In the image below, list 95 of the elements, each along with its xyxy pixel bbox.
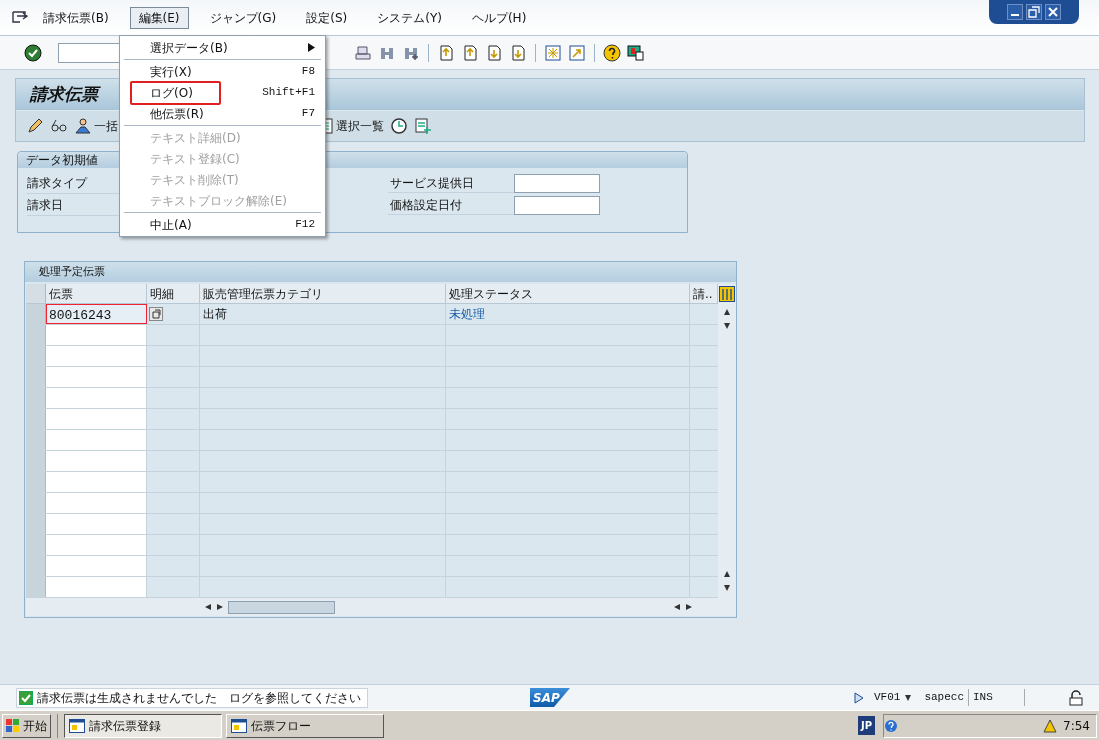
- input-field[interactable]: [46, 493, 147, 513]
- scroll-down-icon[interactable]: [723, 584, 731, 592]
- table-cell: 出荷: [200, 304, 446, 324]
- status-message: 請求伝票は生成されませんでした ログを参照してください: [37, 689, 361, 707]
- previous-page-icon[interactable]: [461, 43, 479, 62]
- menu-item[interactable]: システム(Y): [368, 6, 451, 29]
- language-indicator[interactable]: JP: [857, 716, 875, 735]
- status-link[interactable]: 未処理: [446, 304, 690, 324]
- shortcut-label: Shift+F1: [262, 85, 315, 101]
- person-icon[interactable]: [74, 117, 92, 135]
- pencil-icon[interactable]: [26, 117, 44, 135]
- menu-label: テキストブロック解除(E): [149, 192, 288, 210]
- menu-item[interactable]: 請求伝票(B): [34, 6, 118, 29]
- scroll-left-icon[interactable]: [204, 603, 212, 611]
- close-icon[interactable]: [1045, 4, 1061, 20]
- menu-item[interactable]: 中止(A) F12: [120, 214, 325, 235]
- sap-logo: SAP: [530, 688, 570, 707]
- monitor-icon[interactable]: [627, 43, 645, 62]
- input-field[interactable]: [46, 472, 147, 492]
- menu-label: テキスト削除(T): [149, 171, 240, 189]
- restore-icon[interactable]: [1026, 4, 1042, 20]
- new-window-icon[interactable]: [544, 43, 562, 62]
- scrollbar-thumb[interactable]: [228, 600, 335, 614]
- menu-item[interactable]: ジャンプ(G): [200, 6, 286, 29]
- scroll-down-icon[interactable]: [723, 322, 731, 330]
- menu-label: テキスト登録(C): [149, 150, 241, 168]
- menu-label: テキスト詳細(D): [149, 129, 242, 147]
- glasses-icon[interactable]: [50, 117, 68, 135]
- lock-icon[interactable]: [1069, 689, 1083, 706]
- menu-item[interactable]: ログ(O) Shift+F1: [120, 82, 325, 103]
- column-header[interactable]: 処理ステータス: [446, 284, 690, 303]
- menu-item[interactable]: 設定(S): [297, 6, 357, 29]
- warning-icon[interactable]: [1043, 718, 1058, 733]
- taskbar-window-button[interactable]: 請求伝票登録: [64, 713, 222, 738]
- table-title: 処理予定伝票: [25, 262, 736, 282]
- help-icon[interactable]: [603, 43, 621, 62]
- document-cell[interactable]: 80016243: [46, 304, 147, 324]
- insert-mode: INS: [973, 689, 1025, 706]
- column-header[interactable]: 伝票: [46, 284, 147, 303]
- clock: 7:54: [1063, 717, 1090, 735]
- date-field[interactable]: [514, 173, 600, 193]
- input-field[interactable]: [46, 451, 147, 471]
- minimize-icon[interactable]: [1007, 4, 1023, 20]
- add-document-icon[interactable]: [414, 117, 432, 135]
- print-icon[interactable]: [354, 43, 372, 62]
- success-icon: [19, 690, 33, 705]
- column-settings-icon[interactable]: [719, 286, 735, 302]
- highlight-frame: ログ(O): [130, 80, 221, 105]
- scroll-right-icon[interactable]: [685, 603, 693, 611]
- detail-icon[interactable]: [149, 307, 163, 321]
- next-page-icon[interactable]: [485, 43, 503, 62]
- menu-label: 実行(X): [149, 63, 193, 81]
- input-field[interactable]: [46, 388, 147, 408]
- last-page-icon[interactable]: [509, 43, 527, 62]
- window-icon: [69, 718, 85, 733]
- menu-item[interactable]: 編集(E): [129, 6, 189, 29]
- menu-item[interactable]: ヘルプ(H): [462, 6, 536, 29]
- first-page-icon[interactable]: [437, 43, 455, 62]
- scroll-right-icon[interactable]: [216, 603, 224, 611]
- input-field[interactable]: [46, 430, 147, 450]
- input-field[interactable]: [46, 577, 147, 597]
- shortcut-label: F12: [295, 217, 315, 233]
- menu-item[interactable]: 実行(X) F8: [120, 61, 325, 82]
- input-field[interactable]: [46, 325, 147, 345]
- input-field[interactable]: [46, 514, 147, 534]
- input-field[interactable]: [46, 556, 147, 576]
- dropdown-icon[interactable]: [904, 693, 913, 702]
- input-field[interactable]: [46, 535, 147, 555]
- menu-item[interactable]: 選択データ(B): [120, 37, 325, 58]
- date-field[interactable]: [514, 195, 600, 215]
- transaction-code: VF01: [874, 690, 901, 706]
- mass-processing-button[interactable]: 一括: [94, 117, 118, 135]
- input-field[interactable]: [46, 346, 147, 366]
- menu-label: 中止(A): [149, 216, 193, 234]
- menu-icon[interactable]: [12, 10, 28, 25]
- start-button[interactable]: 开始: [2, 713, 51, 738]
- check-icon[interactable]: [24, 43, 42, 62]
- scroll-up-icon[interactable]: [723, 308, 731, 316]
- window-icon: [231, 718, 247, 733]
- shortcut-label: F8: [301, 64, 315, 80]
- input-field[interactable]: [46, 409, 147, 429]
- clock-icon[interactable]: [390, 117, 408, 135]
- select-all-button[interactable]: [26, 284, 46, 303]
- selection-list-button[interactable]: 選択一覧: [336, 117, 384, 135]
- scroll-up-icon[interactable]: [723, 570, 731, 578]
- server-name: sapecc: [924, 689, 969, 706]
- scroll-left-icon[interactable]: [673, 603, 681, 611]
- play-icon[interactable]: [854, 691, 864, 704]
- taskbar-window-button[interactable]: 伝票フロー: [226, 713, 384, 738]
- column-header[interactable]: 明細: [147, 284, 200, 303]
- shortcut-icon[interactable]: [568, 43, 586, 62]
- windows-logo-icon: [6, 718, 20, 733]
- menu-label: 選択データ(B): [149, 39, 229, 57]
- column-header[interactable]: 販売管理伝票カテゴリ: [200, 284, 446, 303]
- input-field[interactable]: [46, 367, 147, 387]
